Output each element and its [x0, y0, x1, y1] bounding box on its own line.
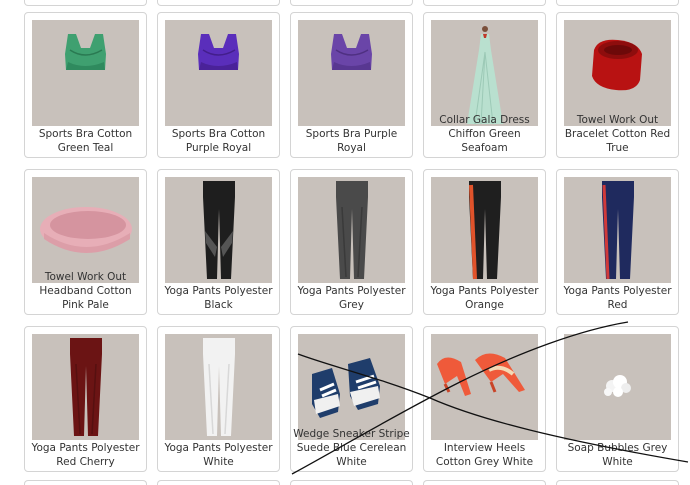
navy-red-stripe-yoga-pants-icon: [602, 181, 634, 280]
product-card[interactable]: Yoga Pants Polyester Red Cherry: [24, 326, 147, 472]
partial-card[interactable]: [24, 0, 147, 6]
partial-card[interactable]: [556, 0, 679, 6]
partial-card[interactable]: [157, 480, 280, 485]
partial-card[interactable]: [423, 480, 546, 485]
product-thumbnail[interactable]: [564, 334, 671, 440]
partial-card[interactable]: [290, 0, 413, 6]
product-name[interactable]: Interview Heels Cotton Grey White: [426, 441, 543, 469]
product-thumbnail[interactable]: [298, 20, 405, 126]
product-thumbnail[interactable]: [564, 20, 671, 126]
product-thumbnail[interactable]: [298, 334, 405, 440]
product-thumbnail[interactable]: [431, 20, 538, 126]
product-thumbnail[interactable]: [298, 177, 405, 283]
product-name[interactable]: Yoga Pants Polyester Grey: [293, 284, 410, 312]
product-thumbnail[interactable]: [431, 334, 538, 440]
partial-card[interactable]: [556, 480, 679, 485]
green-sports-bra-icon: [65, 34, 106, 70]
product-name[interactable]: Towel Work Out Headband Cotton Pink Pale: [27, 270, 144, 312]
red-cherry-yoga-pants-icon: [70, 338, 102, 436]
product-thumbnail[interactable]: [32, 334, 139, 440]
product-thumbnail[interactable]: [32, 20, 139, 126]
product-name[interactable]: Sports Bra Purple Royal: [293, 127, 410, 155]
product-name[interactable]: Yoga Pants Polyester Red: [559, 284, 676, 312]
orange-stripe-yoga-pants-icon: [469, 181, 501, 280]
product-card[interactable]: Towel Work Out Headband Cotton Pink Pale: [24, 169, 147, 315]
product-card[interactable]: Sports Bra Cotton Purple Royal: [157, 12, 280, 158]
partial-card[interactable]: [24, 480, 147, 485]
product-card[interactable]: Yoga Pants Polyester Red: [556, 169, 679, 315]
product-name[interactable]: Sports Bra Cotton Purple Royal: [160, 127, 277, 155]
grey-yoga-pants-icon: [336, 181, 368, 279]
product-name[interactable]: Towel Work Out Bracelet Cotton Red True: [559, 113, 676, 155]
product-card[interactable]: Yoga Pants Polyester Grey: [290, 169, 413, 315]
black-yoga-pants-icon: [203, 181, 235, 279]
product-thumbnail[interactable]: [564, 177, 671, 283]
red-wristband-icon: [592, 39, 642, 91]
partial-card[interactable]: [157, 0, 280, 6]
product-card[interactable]: Yoga Pants Polyester Black: [157, 169, 280, 315]
product-thumbnail[interactable]: [165, 20, 272, 126]
orange-heels-icon: [437, 353, 525, 396]
product-grid: Sports Bra Cotton Green Teal Sports Bra …: [0, 0, 690, 485]
wedge-sneakers-icon: [312, 358, 380, 418]
product-name[interactable]: Yoga Pants Polyester Red Cherry: [27, 441, 144, 469]
product-card[interactable]: Yoga Pants Polyester White: [157, 326, 280, 472]
gala-dress-icon: [467, 26, 503, 125]
white-yoga-pants-icon: [203, 338, 235, 436]
product-name[interactable]: Yoga Pants Polyester Orange: [426, 284, 543, 312]
product-name[interactable]: Yoga Pants Polyester Black: [160, 284, 277, 312]
product-card[interactable]: Interview Heels Cotton Grey White: [423, 326, 546, 472]
product-name[interactable]: Sports Bra Cotton Green Teal: [27, 127, 144, 155]
product-card[interactable]: Yoga Pants Polyester Orange: [423, 169, 546, 315]
product-thumbnail[interactable]: [165, 334, 272, 440]
product-name[interactable]: Soap Bubbles Grey White: [559, 441, 676, 469]
product-name[interactable]: Yoga Pants Polyester White: [160, 441, 277, 469]
product-thumbnail[interactable]: [32, 177, 139, 283]
purple-sports-bra-icon: [331, 34, 372, 70]
soap-bubbles-icon: [604, 375, 631, 397]
product-card[interactable]: Wedge Sneaker Stripe Suede Blue Cerelean…: [290, 326, 413, 472]
product-card[interactable]: Sports Bra Purple Royal: [290, 12, 413, 158]
product-card[interactable]: Towel Work Out Bracelet Cotton Red True: [556, 12, 679, 158]
pink-headband-icon: [40, 207, 132, 253]
product-card[interactable]: Sports Bra Cotton Green Teal: [24, 12, 147, 158]
product-thumbnail[interactable]: [165, 177, 272, 283]
product-card[interactable]: Soap Bubbles Grey White: [556, 326, 679, 472]
purple-sports-bra-icon: [198, 34, 239, 70]
partial-card[interactable]: [423, 0, 546, 6]
product-card[interactable]: Collar Gala Dress Chiffon Green Seafoam: [423, 12, 546, 158]
product-name[interactable]: Collar Gala Dress Chiffon Green Seafoam: [426, 113, 543, 155]
product-thumbnail[interactable]: [431, 177, 538, 283]
partial-card[interactable]: [290, 480, 413, 485]
product-name[interactable]: Wedge Sneaker Stripe Suede Blue Cerelean…: [293, 427, 410, 469]
